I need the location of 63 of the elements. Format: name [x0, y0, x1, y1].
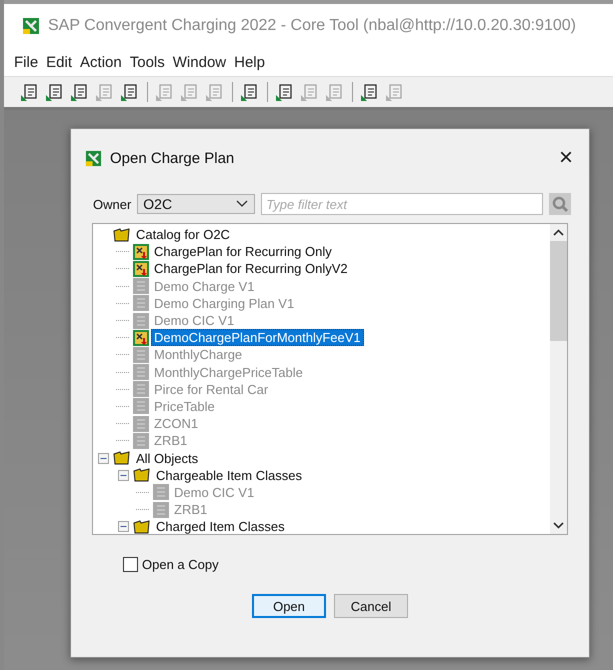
charge-plan-icon	[133, 260, 149, 277]
dialog-logo-icon	[85, 150, 102, 166]
checkbox-label: Open a Copy	[142, 557, 219, 572]
tree-line	[116, 320, 130, 322]
collapse-icon[interactable]	[118, 470, 128, 481]
tree-line	[116, 286, 130, 287]
tree-item[interactable]: DemoChargePlanForMonthlyFeeV1	[151, 329, 364, 346]
tree-line	[116, 337, 130, 338]
item-icon	[153, 484, 169, 500]
tree-line	[116, 440, 130, 442]
window-title: SAP Convergent Charging 2022 - Core Tool (nbal@http://10.0.20.30:9100)	[48, 17, 576, 35]
item-icon	[133, 432, 149, 449]
tree-line	[116, 354, 130, 356]
item-icon	[133, 346, 149, 363]
tree-line	[116, 251, 130, 252]
item-icon	[133, 398, 149, 414]
tree-line	[136, 492, 150, 493]
menu-item[interactable]: Help	[234, 54, 265, 70]
scroll-thumb[interactable]	[550, 241, 567, 341]
tree-line	[116, 388, 130, 390]
charge-plan-icon	[133, 330, 149, 346]
checkbox[interactable]	[123, 557, 138, 572]
tree-item[interactable]: Catalog for O2C	[133, 226, 233, 244]
menu-item[interactable]: Window	[172, 54, 226, 70]
item-icon	[133, 312, 149, 329]
menu-item[interactable]: Action	[80, 54, 122, 70]
item-icon	[133, 364, 149, 380]
item-icon	[133, 416, 149, 432]
tree-line	[116, 268, 130, 270]
folder-icon	[133, 467, 151, 484]
tree-line	[116, 406, 130, 407]
menu-item[interactable]: File	[14, 54, 38, 70]
search-icon[interactable]	[549, 193, 572, 215]
owner-dropdown[interactable]: O2C	[137, 194, 256, 214]
folder-icon	[113, 450, 131, 466]
filter-field[interactable]: Type filter text	[261, 193, 544, 215]
tree-item[interactable]: Chargeable Item Classes	[153, 466, 305, 484]
close-button[interactable]: ×	[554, 148, 577, 168]
charge-plan-icon	[133, 244, 149, 260]
menu-item[interactable]: Tools	[130, 54, 165, 70]
tree-item[interactable]: Charged Item Classes	[153, 518, 288, 534]
collapse-icon[interactable]	[98, 452, 108, 464]
tree-item[interactable]: ChargePlan for Recurring Only	[151, 243, 335, 260]
folder-icon	[133, 518, 151, 534]
item-icon	[133, 295, 149, 312]
tree-line	[136, 509, 150, 510]
collapse-icon[interactable]	[118, 521, 128, 532]
folder-icon	[113, 226, 131, 243]
owner-label: Owner	[93, 196, 132, 212]
tree-line	[116, 302, 130, 304]
app-logo-icon	[22, 17, 40, 35]
dialog-button[interactable]: Open	[252, 594, 326, 618]
tree-item[interactable]: ChargePlan for Recurring OnlyV2	[151, 260, 351, 278]
tree-line	[116, 372, 130, 373]
dialog-button[interactable]: Cancel	[334, 594, 408, 618]
tree-line	[116, 423, 130, 424]
caret-icon	[236, 200, 248, 208]
dialog-title: Open Charge Plan	[110, 150, 236, 166]
menu-item[interactable]: Edit	[46, 54, 72, 70]
item-icon	[133, 278, 149, 294]
tree-item[interactable]: All Objects	[133, 450, 202, 467]
item-icon	[153, 502, 169, 518]
item-icon	[133, 381, 149, 398]
